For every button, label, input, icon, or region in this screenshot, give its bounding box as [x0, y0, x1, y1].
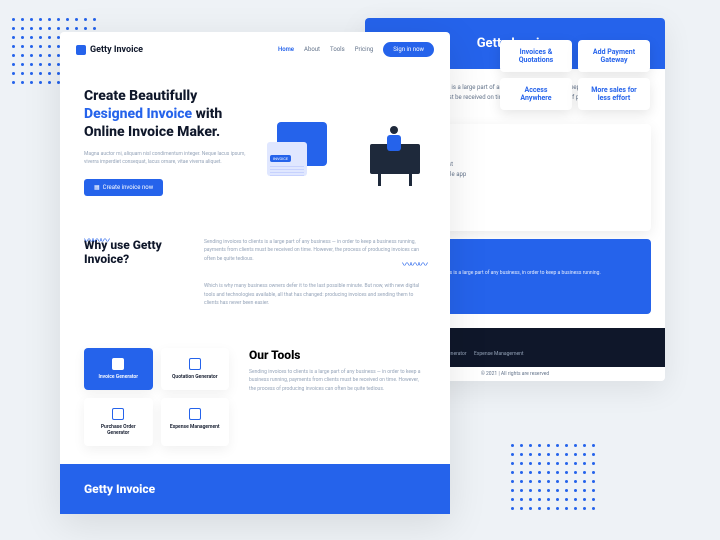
- expense-icon: [189, 408, 201, 420]
- invoice-icon: [112, 358, 124, 370]
- feature-card[interactable]: Access Anywhere: [500, 78, 572, 110]
- page-preview-front: Getty Invoice Home About Tools Pricing S…: [60, 32, 450, 514]
- feature-cards-grid: Invoices & Quotations Add Payment Gatewa…: [500, 40, 650, 110]
- nav-link-tools[interactable]: Tools: [330, 46, 345, 53]
- why-section: Why use Getty Invoice? Sending invoices …: [60, 216, 450, 330]
- tool-card-invoice[interactable]: Invoice Generator: [84, 348, 153, 390]
- hero-illustration: INVOICE: [263, 96, 426, 186]
- tools-desc: Sending invoices to clients is a large p…: [249, 368, 426, 394]
- quotation-icon: [189, 358, 201, 370]
- illustration-person: [386, 126, 402, 158]
- nav-link-pricing[interactable]: Pricing: [355, 46, 374, 53]
- nav-link-home[interactable]: Home: [278, 46, 294, 53]
- tools-title: Our Tools: [249, 348, 426, 362]
- why-paragraph: Sending invoices to clients is a large p…: [204, 238, 426, 264]
- tools-grid: Invoice Generator Quotation Generator Pu…: [84, 348, 229, 446]
- purchase-order-icon: [112, 408, 124, 420]
- feature-card[interactable]: More sales for less effort: [578, 78, 650, 110]
- why-title: Why use Getty Invoice?: [84, 238, 184, 308]
- decoration-zigzag: 〰〰〰: [402, 256, 426, 271]
- logo[interactable]: Getty Invoice: [76, 45, 143, 55]
- tool-card-purchase-order[interactable]: Purchase Order Generator: [84, 398, 153, 446]
- illustration-invoice-doc: INVOICE: [267, 142, 307, 176]
- feature-card[interactable]: Invoices & Quotations: [500, 40, 572, 72]
- create-invoice-button[interactable]: ▦Create invoice now: [84, 179, 163, 196]
- signin-button[interactable]: Sign in now: [383, 42, 434, 57]
- hero-section: Create Beautifully Designed Invoice with…: [60, 67, 450, 216]
- hero-subtitle: Magna auctor mi, aliquam nisl condimentu…: [84, 150, 247, 166]
- navbar: Getty Invoice Home About Tools Pricing S…: [60, 32, 450, 67]
- hero-title: Create Beautifully Designed Invoice with…: [84, 87, 247, 142]
- feature-card[interactable]: Add Payment Gateway: [578, 40, 650, 72]
- decoration-zigzag: 〰〰〰: [84, 232, 108, 247]
- logo-icon: [76, 45, 86, 55]
- tool-card-expense[interactable]: Expense Management: [161, 398, 230, 446]
- nav-links: Home About Tools Pricing Sign in now: [278, 42, 434, 57]
- document-icon: ▦: [94, 184, 100, 191]
- footer-link[interactable]: Expense Management: [474, 351, 523, 357]
- tool-card-quotation[interactable]: Quotation Generator: [161, 348, 230, 390]
- footer-hero: Getty Invoice: [60, 464, 450, 514]
- why-paragraph: Which is why many business owners defer …: [204, 282, 426, 308]
- invoice-tag: INVOICE: [270, 155, 291, 162]
- tools-section: Invoice Generator Quotation Generator Pu…: [60, 330, 450, 464]
- decoration-dots-bottomright: [511, 444, 595, 510]
- nav-link-about[interactable]: About: [304, 46, 320, 53]
